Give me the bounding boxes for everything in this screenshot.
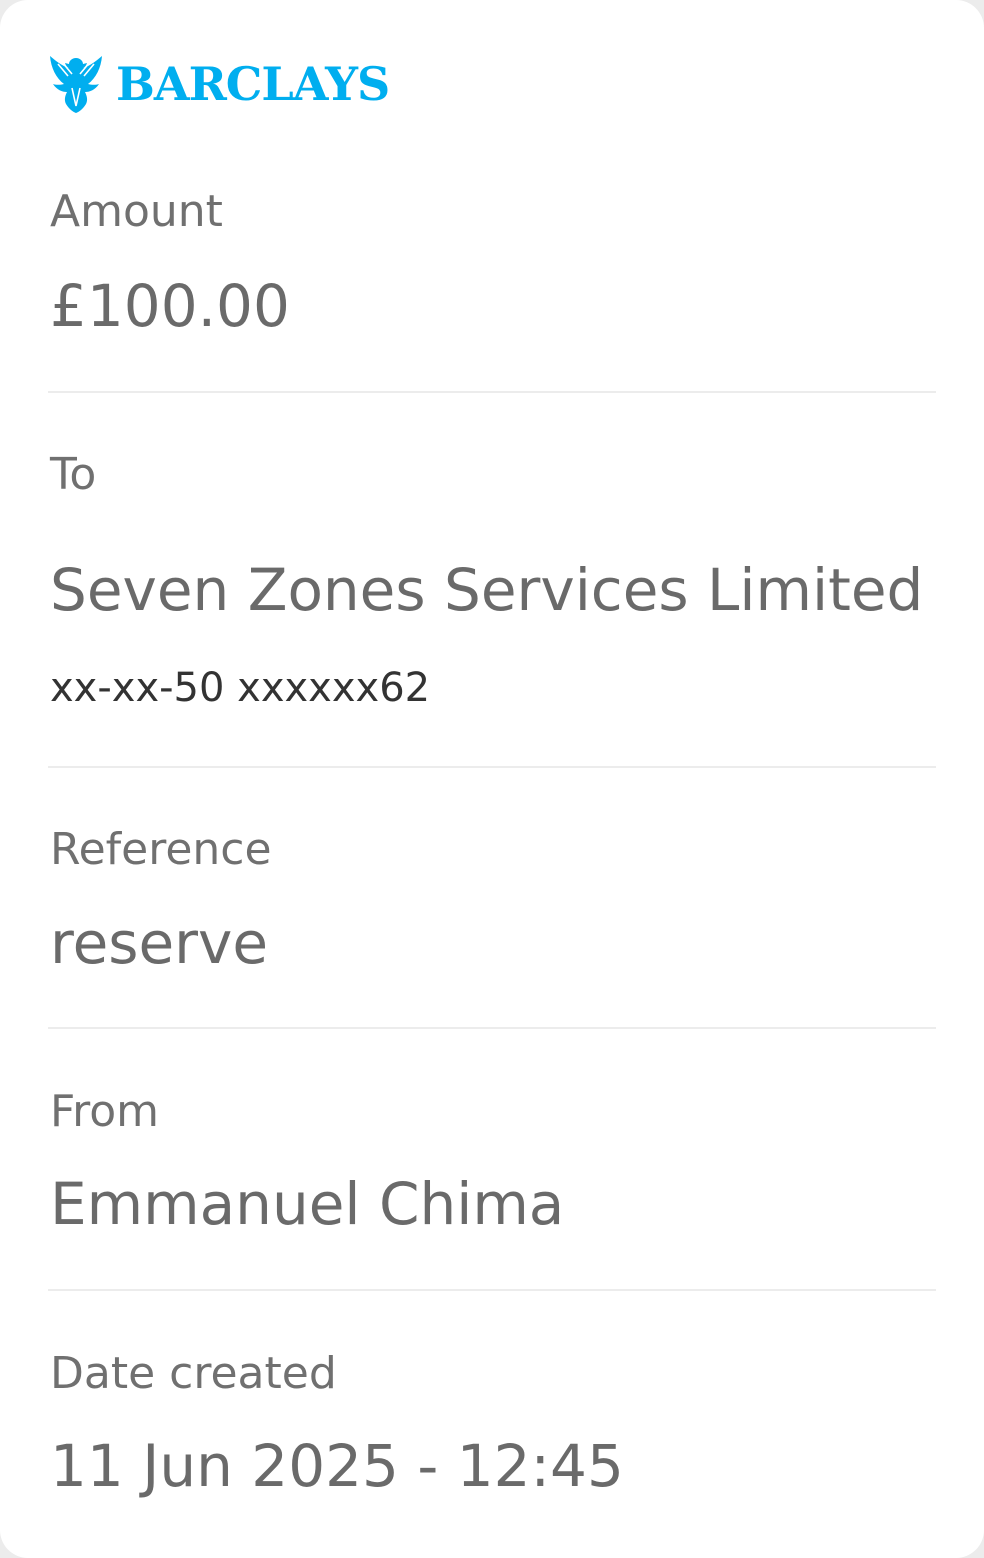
from-label: From [50, 1086, 160, 1137]
divider [48, 1289, 936, 1291]
date-created-value: 11 Jun 2025 - 12:45 [50, 1432, 624, 1500]
barclays-logo: BARCLAYS [48, 52, 390, 116]
divider [48, 766, 936, 768]
from-value: Emmanuel Chima [50, 1170, 565, 1238]
divider [48, 391, 936, 393]
reference-value: reserve [50, 909, 269, 977]
amount-label: Amount [50, 186, 223, 237]
payment-details-card: BARCLAYS Amount £100.00 To Seven Zones S… [0, 0, 984, 1558]
to-label: To [50, 449, 97, 500]
payee-name: Seven Zones Services Limited [50, 556, 924, 624]
eagle-icon [50, 56, 102, 113]
amount-value: £100.00 [50, 272, 290, 340]
date-created-label: Date created [50, 1348, 337, 1399]
brand-name: BARCLAYS [116, 57, 390, 111]
reference-label: Reference [50, 824, 272, 875]
payee-account-number: xx-xx-50 xxxxxx62 [50, 665, 431, 711]
divider [48, 1027, 936, 1029]
